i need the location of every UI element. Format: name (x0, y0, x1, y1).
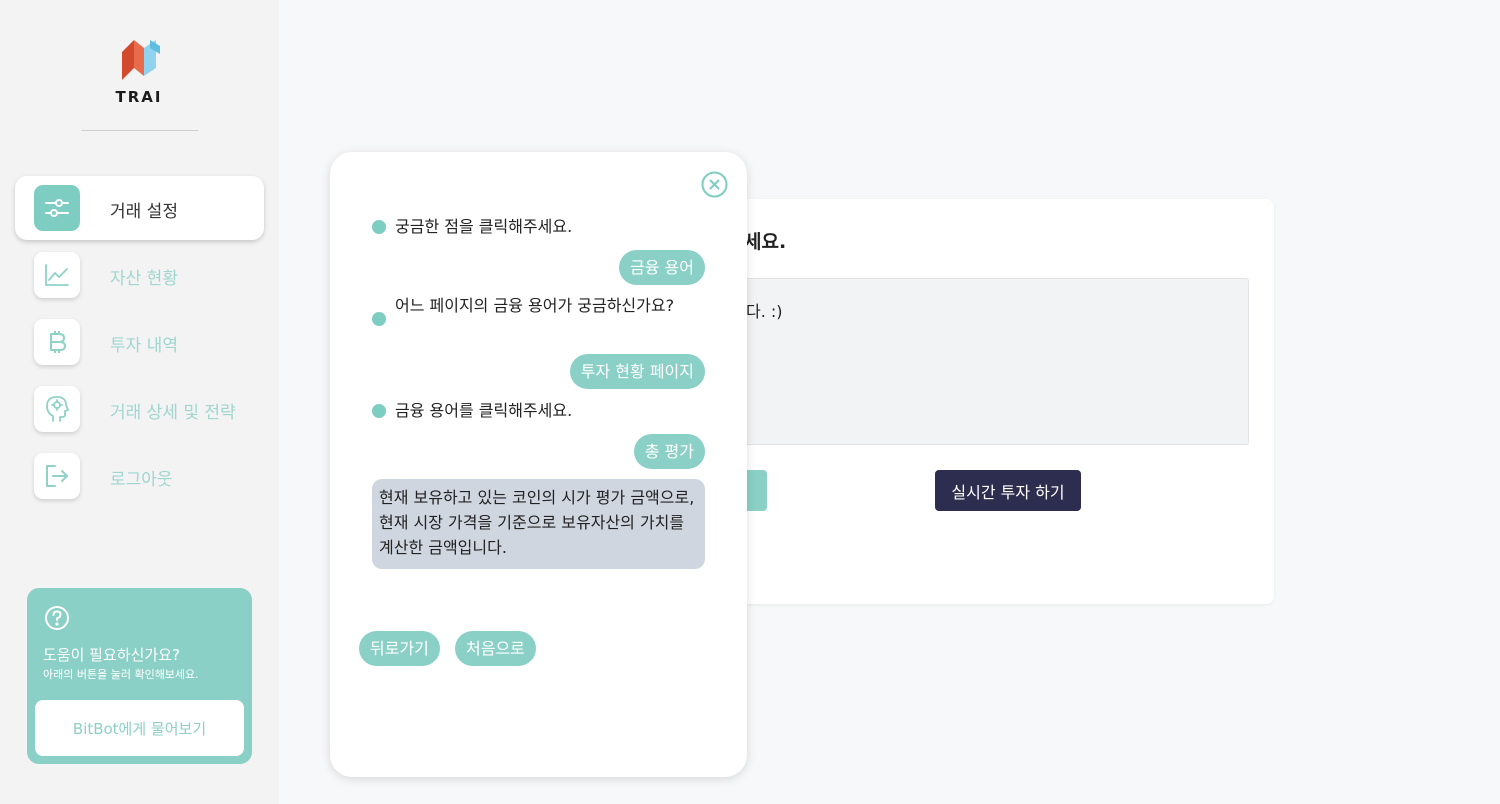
user-choice-pill[interactable]: 총 평가 (633, 434, 705, 469)
sidebar-item-label: 자산 현황 (110, 269, 178, 289)
close-circle-icon[interactable] (701, 171, 728, 198)
brand-logo[interactable]: TRAI (112, 38, 166, 108)
help-card: 도움이 필요하신가요? 아래의 버튼을 눌러 확인해보세요. BitBot에게 … (27, 588, 252, 764)
question-circle-icon (45, 606, 69, 630)
line-chart-icon (34, 252, 80, 298)
bot-answer-bubble: 현재 보유하고 있는 코인의 시가 평가 금액으로, 현재 시장 가격을 기준으… (372, 479, 705, 569)
sidebar-item-label: 투자 내역 (110, 336, 178, 356)
sidebar-item-asset-status[interactable]: 자산 현황 (15, 243, 264, 307)
bot-message: 궁금한 점을 클릭해주세요. (372, 214, 695, 239)
card-title: 세요. (744, 231, 787, 253)
sidebar: TRAI 거래 설정 자산 현황 투자 내역 거래 상세 및 전략 로그아웃 도… (0, 0, 279, 804)
settings-text-area[interactable]: 다. :) (724, 278, 1249, 445)
ask-bitbot-button[interactable]: BitBot에게 물어보기 (35, 700, 244, 756)
help-subtitle: 아래의 버튼을 눌러 확인해보세요. (43, 668, 199, 681)
sliders-icon (34, 185, 80, 231)
restart-button[interactable]: 처음으로 (455, 631, 536, 666)
sidebar-item-investment-history[interactable]: 투자 내역 (15, 310, 264, 374)
sidebar-item-logout[interactable]: 로그아웃 (15, 444, 264, 508)
sidebar-item-trade-settings[interactable]: 거래 설정 (15, 176, 264, 240)
sidebar-item-label: 거래 설정 (110, 202, 178, 222)
realtime-invest-button[interactable]: 실시간 투자 하기 (935, 470, 1081, 511)
help-title: 도움이 필요하신가요? (43, 646, 180, 664)
bitbot-chat-modal: 궁금한 점을 클릭해주세요. 금융 용어 어느 페이지의 금융 용어가 궁금하신… (330, 152, 747, 777)
bot-indicator-icon (372, 220, 386, 234)
bot-indicator-icon (372, 404, 386, 418)
trai-logo-icon (122, 40, 160, 80)
logout-icon (34, 453, 80, 499)
back-button[interactable]: 뒤로가기 (359, 631, 440, 666)
sidebar-divider (81, 130, 198, 131)
bitcoin-icon (34, 319, 80, 365)
settings-text: 다. :) (746, 302, 783, 321)
sidebar-item-label: 로그아웃 (110, 470, 173, 490)
bot-indicator-icon (372, 312, 386, 326)
bot-message: 금융 용어를 클릭해주세요. (372, 398, 695, 423)
trade-settings-card: 세요. 다. :) 실시간 투자 하기 (700, 199, 1274, 604)
bot-message: 어느 페이지의 금융 용어가 궁금하신가요? (372, 293, 695, 326)
user-choice-pill[interactable]: 투자 현황 페이지 (569, 354, 705, 389)
brain-head-icon (34, 386, 80, 432)
brand-name: TRAI (115, 88, 163, 106)
user-choice-pill[interactable]: 금융 용어 (619, 250, 705, 285)
sidebar-item-label: 거래 상세 및 전략 (110, 403, 236, 423)
sidebar-item-trade-detail-strategy[interactable]: 거래 상세 및 전략 (15, 377, 264, 441)
